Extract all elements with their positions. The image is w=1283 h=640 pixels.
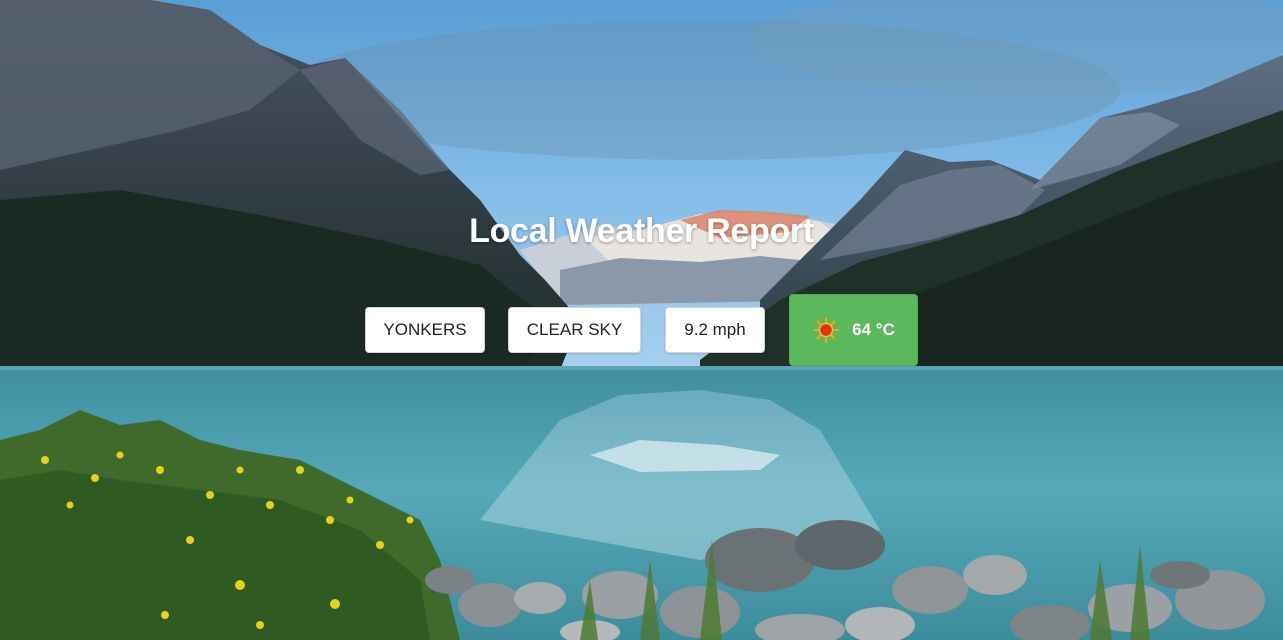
- condition-label: CLEAR SKY: [508, 307, 641, 353]
- city-label: YONKERS: [365, 307, 485, 353]
- temperature-value: 64 °C: [852, 320, 895, 339]
- wind-speed-label: 9.2 mph: [665, 307, 765, 353]
- temperature-toggle-button[interactable]: 64 °C: [789, 294, 918, 366]
- page-title: Local Weather Report: [469, 212, 814, 250]
- sun-icon: [812, 316, 840, 344]
- background-landscape: [0, 0, 1283, 640]
